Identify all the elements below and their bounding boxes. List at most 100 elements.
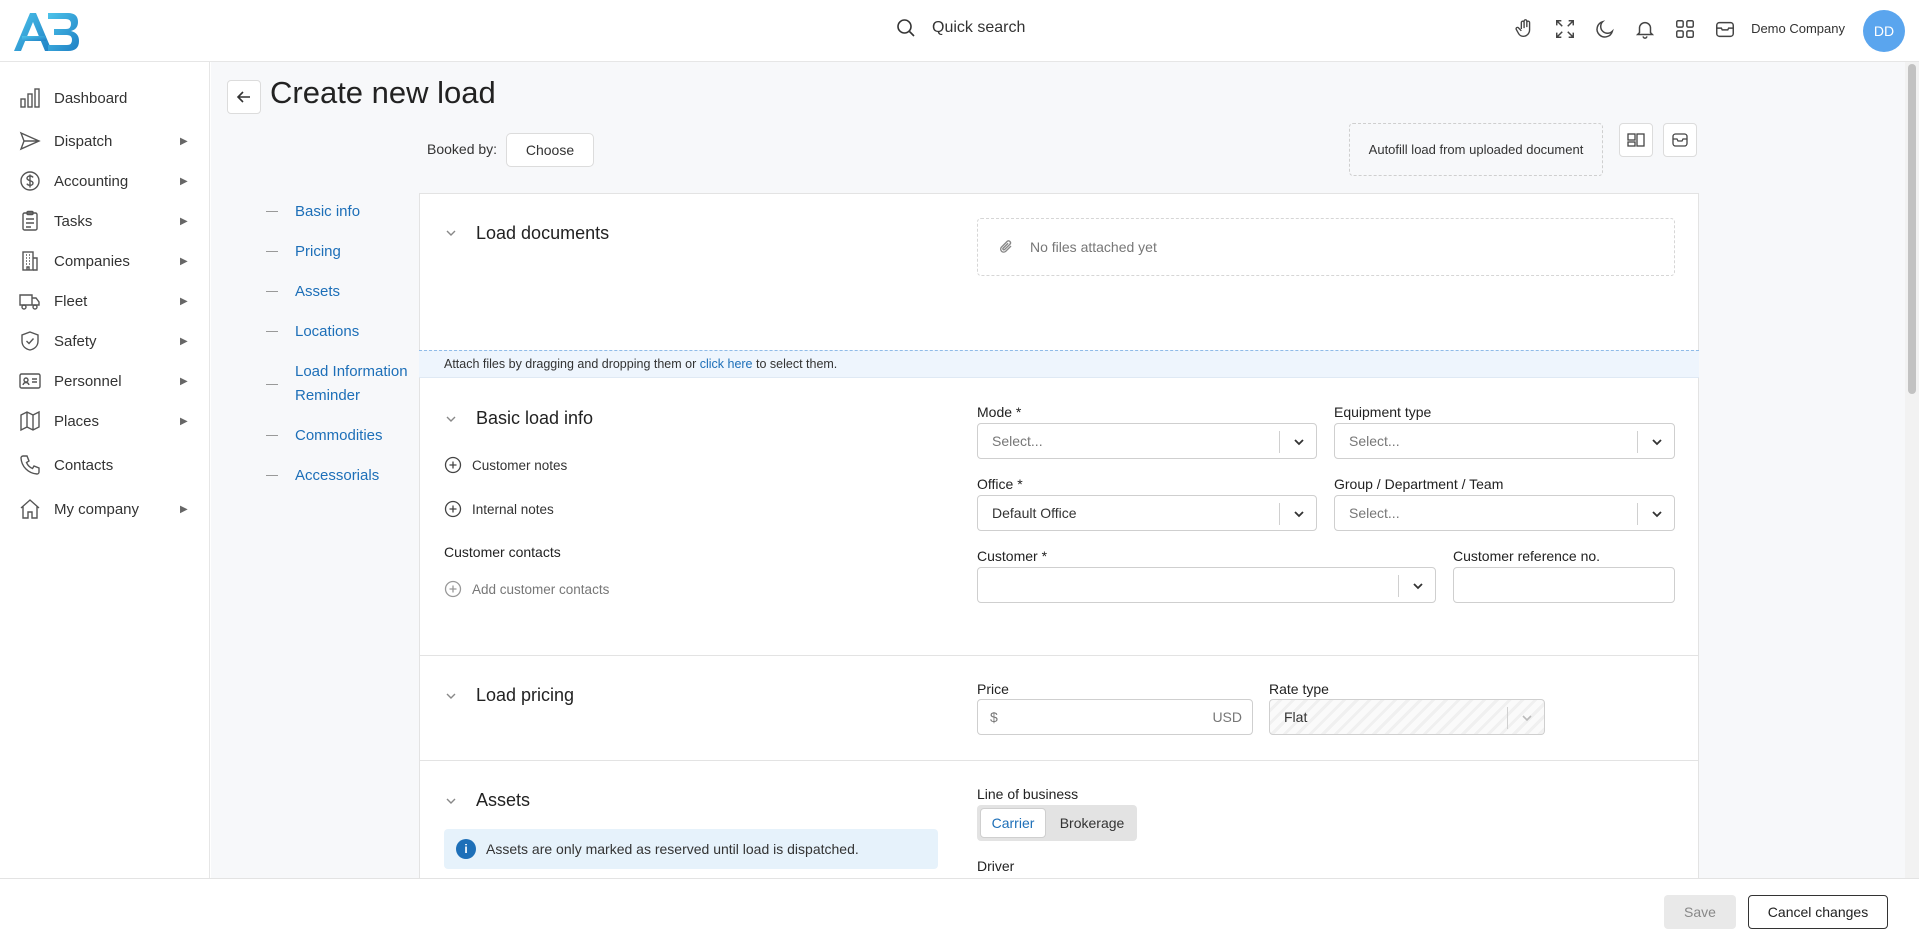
rate-type-label: Rate type: [1269, 681, 1329, 697]
customer-reference-label: Customer reference no.: [1453, 548, 1601, 564]
archive-button[interactable]: [1663, 123, 1697, 157]
chevron-down-icon: [1292, 435, 1306, 449]
company-name[interactable]: Demo Company: [1751, 21, 1845, 36]
sidebar-item-accounting[interactable]: Accounting ▶: [0, 165, 210, 197]
mode-select[interactable]: Select...: [977, 423, 1317, 459]
customer-notes-label: Customer notes: [472, 457, 568, 473]
line-of-business-label: Line of business: [977, 786, 1079, 802]
brokerage-option[interactable]: Brokerage: [1049, 808, 1135, 838]
layout-toggle-button[interactable]: [1619, 123, 1653, 157]
chevron-right-icon: ▶: [180, 503, 188, 515]
plus-circle-icon: [444, 500, 462, 518]
sidebar-item-companies[interactable]: Companies ▶: [0, 245, 210, 277]
chevron-right-icon: ▶: [180, 295, 188, 307]
avatar[interactable]: DD: [1863, 10, 1905, 52]
clipboard-icon: [18, 209, 42, 233]
office-label: Office *: [977, 476, 1023, 492]
document-drop-zone[interactable]: No files attached yet: [977, 218, 1675, 276]
layout-icon: [1626, 130, 1646, 150]
office-select[interactable]: Default Office: [977, 495, 1317, 531]
chevron-right-icon: ▶: [180, 335, 188, 347]
search-icon: [896, 18, 916, 38]
quick-search-label: Quick search: [932, 19, 1026, 36]
chevron-down-icon: [1650, 507, 1664, 521]
basic-load-info-heading: Basic load info: [476, 408, 594, 428]
mode-select-value: Select...: [992, 433, 1043, 449]
truck-icon: [18, 289, 42, 313]
load-pricing-heading: Load pricing: [476, 685, 575, 705]
add-customer-contacts-button[interactable]: Add customer contacts: [444, 580, 609, 598]
shield-icon: [18, 329, 42, 353]
sidebar-item-dispatch[interactable]: Dispatch ▶: [0, 125, 210, 157]
page-title: Create new load: [270, 75, 496, 110]
plus-circle-icon: [444, 580, 462, 598]
currency-symbol: $: [990, 709, 998, 725]
chevron-down-icon[interactable]: [445, 413, 457, 425]
chevron-down-icon[interactable]: [445, 227, 457, 239]
carrier-option[interactable]: Carrier: [980, 808, 1046, 838]
dollar-icon: [18, 169, 42, 193]
chevron-right-icon: ▶: [180, 375, 188, 387]
map-icon: [18, 409, 42, 433]
chevron-down-icon[interactable]: [445, 690, 457, 702]
autofill-from-document-button[interactable]: Autofill load from uploaded document: [1349, 123, 1603, 176]
fullscreen-icon[interactable]: [1553, 17, 1577, 41]
group-select[interactable]: Select...: [1334, 495, 1675, 531]
load-documents-heading: Load documents: [476, 223, 610, 243]
group-label: Group / Department / Team: [1334, 476, 1504, 492]
cancel-changes-button[interactable]: Cancel changes: [1748, 895, 1888, 929]
send-icon: [18, 129, 42, 153]
home-icon: [18, 497, 42, 521]
sidebar: Dashboard Dispatch ▶ Accounting ▶ Tasks …: [0, 62, 210, 878]
chevron-down-icon: [1411, 579, 1425, 593]
price-input[interactable]: $ USD: [977, 699, 1253, 735]
chevron-down-icon[interactable]: [445, 795, 457, 807]
sidebar-item-personnel[interactable]: Personnel ▶: [0, 365, 210, 397]
customer-select[interactable]: [977, 567, 1436, 603]
customer-reference-input[interactable]: [1453, 567, 1675, 603]
scrollbar-thumb[interactable]: [1908, 64, 1916, 394]
add-internal-notes-button[interactable]: Internal notes: [444, 500, 554, 518]
quick-search[interactable]: Quick search: [896, 18, 1025, 38]
chevron-down-icon: [1650, 435, 1664, 449]
section-divider: [420, 655, 1698, 656]
id-card-icon: [18, 369, 42, 393]
sidebar-item-contacts[interactable]: Contacts: [0, 449, 210, 481]
phone-icon: [18, 453, 42, 477]
rate-type-value: Flat: [1284, 709, 1308, 725]
footer-bar: Save Cancel changes: [0, 878, 1919, 940]
top-bar: Quick search Demo Company DD: [0, 0, 1919, 62]
save-button[interactable]: Save: [1664, 895, 1736, 929]
chevron-right-icon: ▶: [180, 135, 188, 147]
chevron-right-icon: ▶: [180, 215, 188, 227]
rate-type-select[interactable]: Flat: [1269, 699, 1545, 735]
hand-icon[interactable]: [1513, 17, 1537, 41]
sidebar-item-dashboard[interactable]: Dashboard: [0, 82, 210, 114]
equipment-type-select-value: Select...: [1349, 433, 1400, 449]
sidebar-item-tasks[interactable]: Tasks ▶: [0, 205, 210, 237]
moon-icon[interactable]: [1593, 17, 1617, 41]
info-icon: i: [456, 839, 476, 859]
app-logo[interactable]: [12, 9, 80, 53]
scrollbar[interactable]: [1905, 62, 1919, 878]
assets-info-text: Assets are only marked as reserved until…: [486, 841, 859, 857]
customer-label: Customer *: [977, 548, 1048, 564]
sidebar-item-my-company[interactable]: My company ▶: [0, 493, 210, 525]
back-button[interactable]: [227, 80, 261, 114]
apps-grid-icon[interactable]: [1673, 17, 1697, 41]
no-files-text: No files attached yet: [1030, 239, 1157, 255]
line-of-business-toggle: Carrier Brokerage: [977, 805, 1137, 841]
bell-icon[interactable]: [1633, 17, 1657, 41]
sidebar-item-safety[interactable]: Safety ▶: [0, 325, 210, 357]
choose-booked-by-button[interactable]: Choose: [506, 133, 594, 167]
archive-icon: [1670, 130, 1690, 150]
archive-icon[interactable]: [1713, 17, 1737, 41]
arrow-left-icon: [236, 89, 252, 105]
equipment-type-select[interactable]: Select...: [1334, 423, 1675, 459]
mode-label: Mode *: [977, 404, 1022, 420]
sidebar-item-fleet[interactable]: Fleet ▶: [0, 285, 210, 317]
click-here-link[interactable]: click here: [700, 357, 753, 371]
add-customer-notes-button[interactable]: Customer notes: [444, 456, 567, 474]
sidebar-item-places[interactable]: Places ▶: [0, 405, 210, 437]
section-divider: [420, 760, 1698, 761]
